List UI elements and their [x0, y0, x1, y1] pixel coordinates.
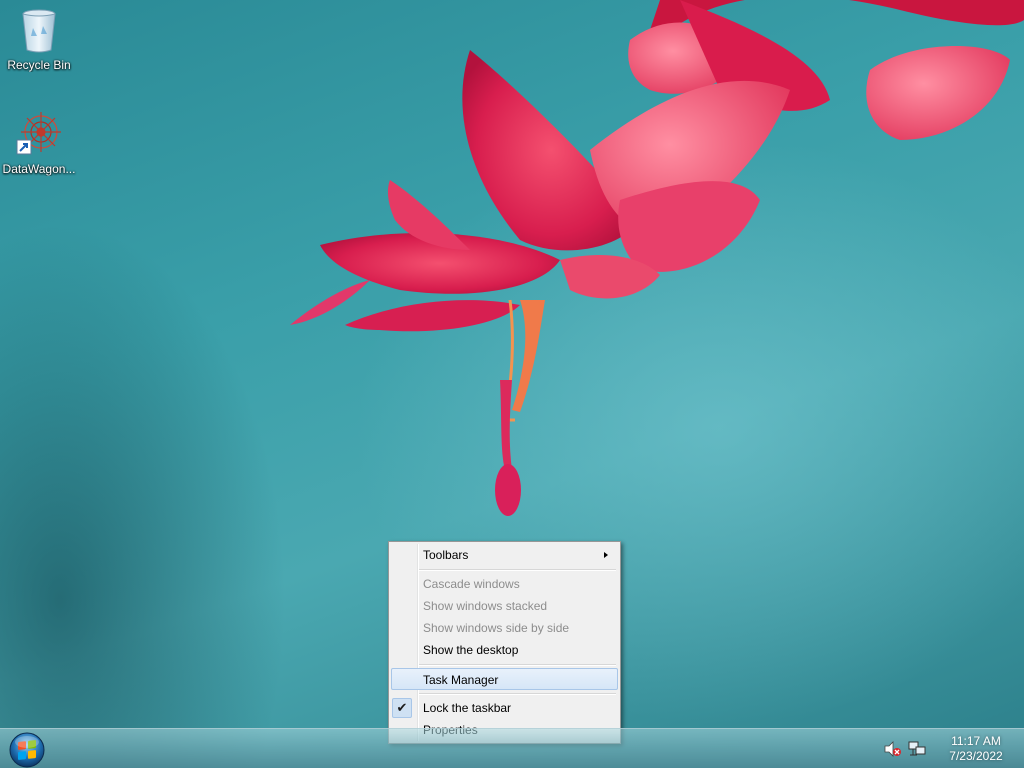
recycle-bin-icon — [15, 6, 63, 54]
menu-item-show-windows-side-by-side[interactable]: Show windows side by side — [391, 617, 618, 639]
menu-item-toolbars[interactable]: Toolbars — [391, 544, 618, 566]
desktop-icon-label: DataWagon... — [2, 162, 76, 176]
taskbar[interactable]: 11:17 AM 7/23/2022 — [0, 728, 1024, 768]
menu-item-label: Show windows side by side — [423, 621, 570, 635]
menu-item-task-manager[interactable]: Task Manager — [391, 668, 618, 690]
menu-item-cascade-windows[interactable]: Cascade windows — [391, 573, 618, 595]
desktop-icon-datawagon[interactable]: DataWagon... — [1, 110, 77, 176]
menu-item-show-the-desktop[interactable]: Show the desktop — [391, 639, 618, 661]
menu-item-label: Show windows stacked — [423, 599, 548, 613]
checkmark-icon: ✔ — [392, 698, 412, 718]
volume-muted-icon[interactable] — [884, 741, 902, 757]
datawagon-app-icon — [15, 110, 63, 158]
menu-item-label: Cascade windows — [423, 577, 520, 591]
menu-separator — [419, 569, 616, 571]
desktop-icon-recycle-bin[interactable]: Recycle Bin — [1, 6, 77, 72]
system-tray: 11:17 AM 7/23/2022 — [884, 729, 1024, 768]
desktop: Recycle Bin DataWagon... Toolbars Cascad… — [0, 0, 1024, 768]
menu-item-label: Task Manager — [423, 673, 499, 687]
submenu-arrow-icon — [604, 552, 608, 558]
menu-separator — [419, 664, 616, 666]
network-icon[interactable] — [908, 741, 926, 757]
menu-item-label: Show the desktop — [423, 643, 519, 657]
desktop-icon-label: Recycle Bin — [7, 58, 71, 72]
menu-separator — [419, 693, 616, 695]
menu-item-label: Toolbars — [423, 548, 469, 562]
clock-time: 11:17 AM — [951, 734, 1001, 748]
menu-item-lock-the-taskbar[interactable]: ✔ Lock the taskbar — [391, 697, 618, 719]
windows-start-orb-icon — [9, 732, 45, 768]
menu-item-show-windows-stacked[interactable]: Show windows stacked — [391, 595, 618, 617]
start-button[interactable] — [8, 731, 46, 768]
menu-item-label: Lock the taskbar — [423, 701, 512, 715]
clock[interactable]: 11:17 AM 7/23/2022 — [934, 734, 1018, 764]
clock-date: 7/23/2022 — [949, 749, 1003, 763]
taskbar-context-menu: Toolbars Cascade windows Show windows st… — [388, 541, 621, 744]
